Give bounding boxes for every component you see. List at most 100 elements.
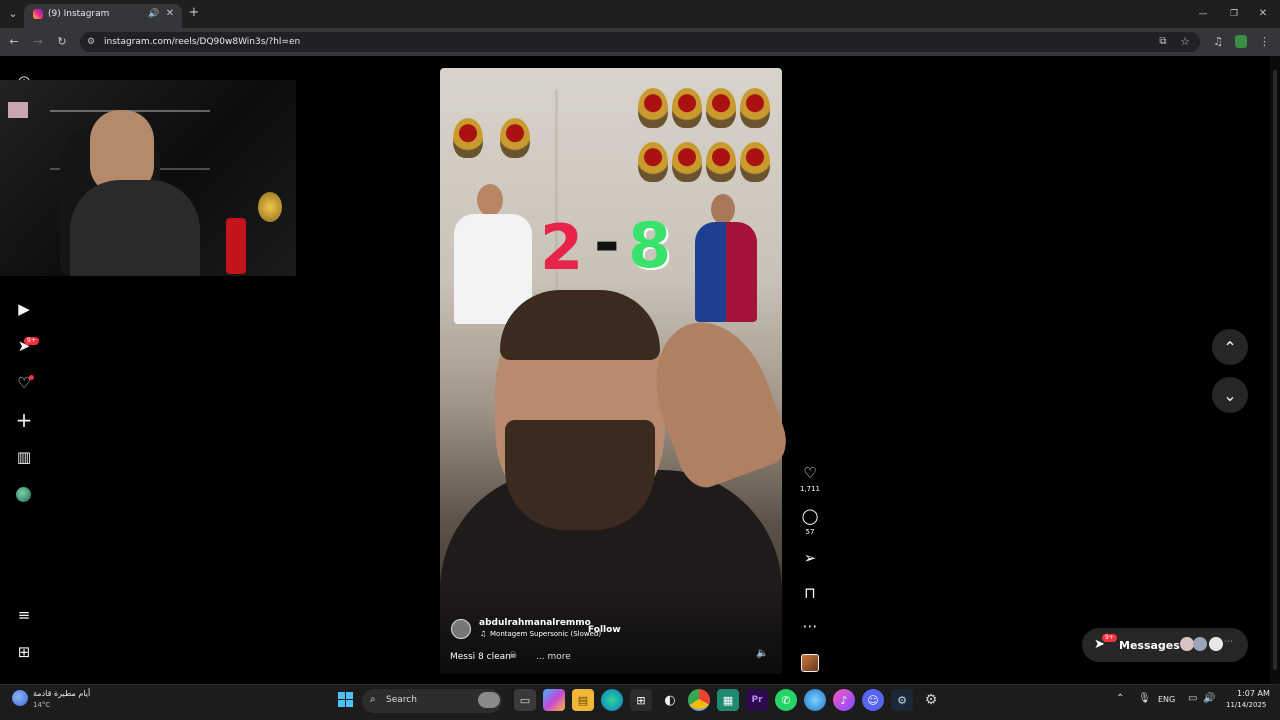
weather-cloud-icon[interactable] [12,690,28,706]
author-avatar[interactable] [451,619,471,639]
premiere-pro-icon[interactable]: Pr [746,689,768,711]
media-controls-icon[interactable]: ♫ [1211,35,1225,49]
steam-icon[interactable]: ⚙ [891,689,913,711]
whatsapp-icon[interactable]: ✆ [775,689,797,711]
window-close-button[interactable]: ✕ [1256,7,1270,21]
audio-track[interactable]: Montagem Supersonic (Slowed) [490,630,601,638]
score-left: 2 [540,211,584,284]
music-app-icon[interactable]: ♪ [833,689,855,711]
copilot-icon[interactable] [543,689,565,711]
instagram-favicon-icon [33,9,43,19]
mute-toggle-icon[interactable]: 🔈 [756,648,768,659]
profile-avatar[interactable] [16,487,31,502]
alien-app-icon[interactable]: ◐ [659,689,681,711]
file-explorer-icon[interactable]: ▤ [572,689,594,711]
score-dash: - [594,206,620,279]
tab-close-icon[interactable]: ✕ [164,7,176,21]
ballon-dor-trophy [706,142,736,182]
wall-poster [8,102,28,118]
ballon-dor-trophy [740,142,770,182]
tab-audio-icon[interactable]: 🔊 [148,7,160,21]
page-scrollbar-thumb[interactable] [1273,70,1277,670]
tab-title: (9) Instagram [48,9,110,19]
ballon-dor-trophy [258,192,282,222]
more-chats-icon: ⋯ [1224,637,1233,647]
new-tab-button[interactable]: + [187,6,201,20]
streamer-webcam-overlay [0,80,296,276]
extension-icon[interactable] [1235,35,1247,48]
ballon-dor-trophy [638,142,668,182]
messi-barcelona-jersey [695,222,757,322]
chrome-browser-icon[interactable] [688,689,710,711]
window-restore-button[interactable]: ❐ [1227,7,1241,21]
also-from-meta-icon[interactable]: ⊞ [13,641,35,663]
reload-icon[interactable]: ↻ [55,35,69,49]
network-icon[interactable]: ▭ [1188,693,1197,704]
author-username[interactable]: abdulrahmanalremmo [479,618,591,628]
red-bottle [226,218,246,274]
search-placeholder: Search [386,695,417,705]
back-icon[interactable]: ← [7,35,21,49]
chat-avatar [1193,637,1207,651]
system-tray-chevron-icon[interactable]: ⌃ [1116,693,1124,704]
score-right: 8 [628,209,672,282]
caption-emoji-icon: ☠ [509,651,518,661]
microsoft-store-icon[interactable]: ⊞ [630,689,652,711]
bookmark-star-icon[interactable]: ☆ [1178,35,1192,49]
audio-thumbnail[interactable] [801,654,819,672]
comment-count: 57 [805,528,815,536]
site-info-icon[interactable]: ⚙ [85,35,97,49]
discord-icon[interactable]: ☺ [862,689,884,711]
notification-dot [29,375,34,380]
ronaldo-head [477,184,503,216]
messages-label: Messages [1119,639,1180,652]
forward-icon[interactable]: → [31,35,45,49]
save-bookmark-icon[interactable]: ⊓ [800,584,820,602]
like-count: 1,711 [799,485,821,493]
search-icon: ⌕ [370,694,376,705]
edge-browser-icon[interactable] [601,689,623,711]
follow-button[interactable]: Follow [588,625,621,635]
windows-start-icon[interactable] [338,692,353,707]
install-app-icon[interactable]: ⧉ [1156,35,1170,49]
tab-search-icon[interactable]: ⌄ [6,7,20,21]
settings-gear-icon[interactable]: ⚙ [920,689,942,711]
microphone-icon[interactable]: 🎙 [1138,693,1151,704]
previous-reel-button[interactable]: ⌃ [1212,329,1248,365]
photos-app-icon[interactable] [804,689,826,711]
next-reel-button[interactable]: ⌄ [1212,377,1248,413]
chat-avatar [1209,637,1223,651]
streamer-shirt [70,180,200,276]
comment-icon[interactable]: ◯ [800,507,820,525]
more-menu-icon[interactable]: ≡ [13,604,35,626]
browser-menu-icon[interactable]: ⋮ [1259,35,1270,49]
window-minimize-button[interactable]: — [1196,7,1210,21]
ballon-dor-trophy [500,118,530,158]
more-options-icon[interactable]: ⋯ [800,617,820,635]
ballon-dor-trophy [672,88,702,128]
dashboard-icon[interactable]: ▥ [13,446,35,468]
ballon-dor-trophy [672,142,702,182]
share-send-icon[interactable]: ➢ [800,549,820,567]
ballon-dor-trophy [740,88,770,128]
create-plus-icon[interactable]: + [13,408,35,432]
clock-date[interactable]: 11/14/2025 [1226,701,1266,709]
chat-avatar [1180,637,1194,651]
spreadsheet-app-icon[interactable]: ▦ [717,689,739,711]
reels-icon[interactable]: ▶ [13,298,35,320]
input-language[interactable]: ENG [1158,695,1175,704]
weather-text[interactable]: أيام مطيرة قادمة [33,689,90,698]
volume-icon[interactable]: 🔊 [1203,693,1215,704]
like-heart-icon[interactable]: ♡ [800,464,820,482]
messi-head [711,194,735,224]
url-text[interactable]: instagram.com/reels/DQ90w8Win3s/?hl=en [104,37,300,47]
task-view-icon[interactable]: ▭ [514,689,536,711]
creator-beard [505,420,655,530]
ballon-dor-trophy [638,88,668,128]
search-highlight-icon [478,692,500,708]
caption-more-link[interactable]: ... more [536,652,571,662]
ballon-dor-trophy [453,118,483,158]
clock-time[interactable]: 1:07 AM [1237,689,1270,698]
notifications-count-badge: 9+ [24,337,39,345]
music-note-icon: ♫ [480,630,487,638]
